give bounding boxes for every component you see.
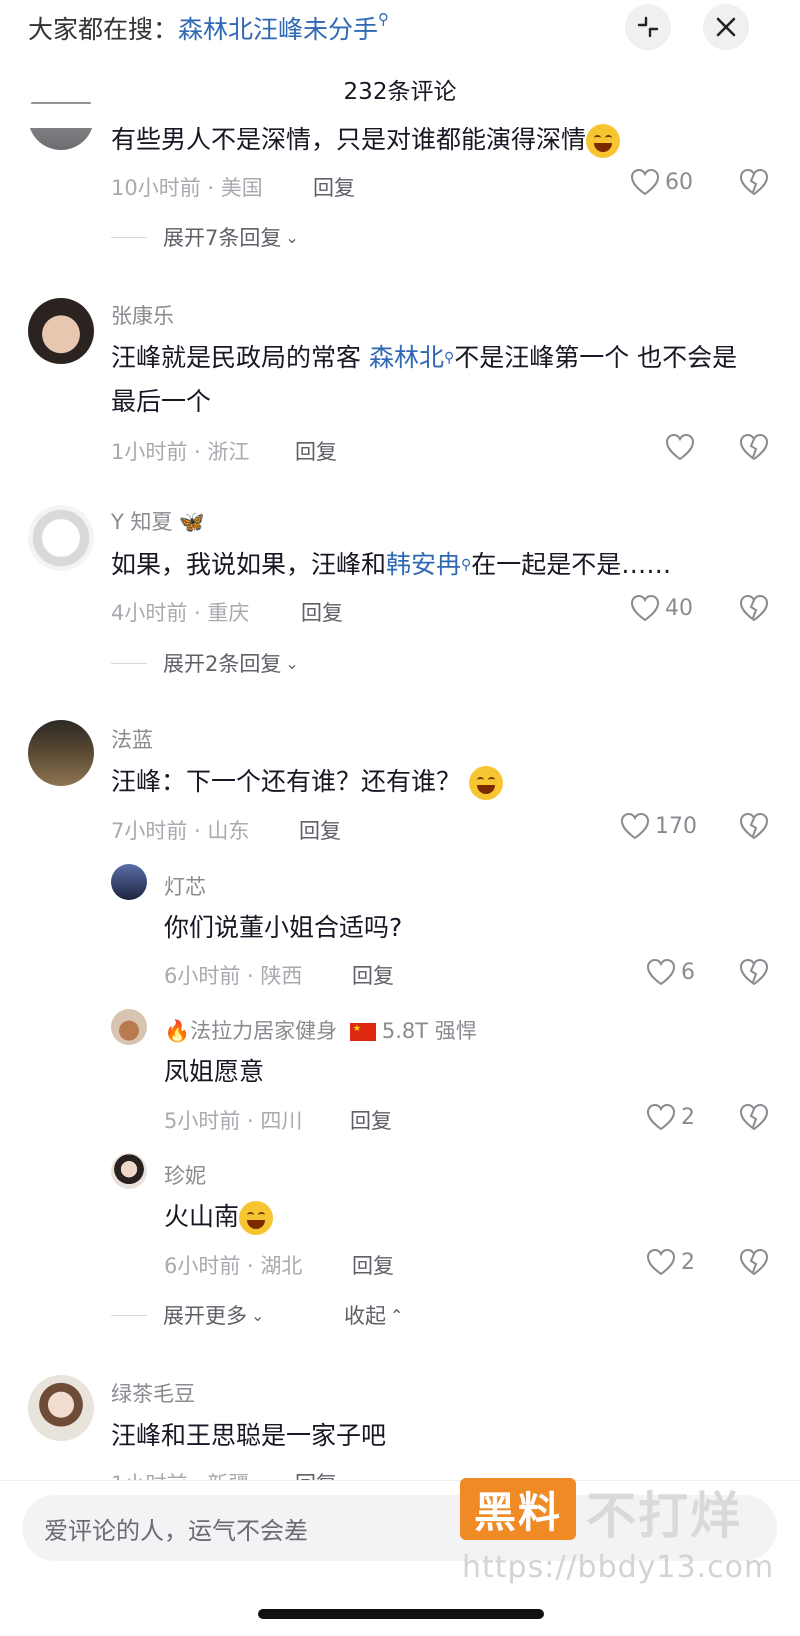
comment-meta: 10小时前 · 美国 (111, 176, 263, 200)
fire-icon: 🔥 (164, 1019, 191, 1043)
comment-username[interactable]: 张康乐 (111, 300, 174, 330)
heart-icon (630, 168, 660, 196)
search-suggestion[interactable]: 大家都在搜：森林北汪峰未分手⚲ (28, 10, 389, 46)
home-indicator (258, 1609, 544, 1619)
chevron-down-icon: ⌄ (251, 1305, 265, 1325)
avatar[interactable] (111, 1153, 147, 1189)
chevron-down-icon: ⌄ (285, 227, 299, 247)
dislike-icon[interactable] (739, 433, 769, 461)
avatar[interactable] (28, 298, 94, 364)
reply-text: 你们说董小姐合适吗? (164, 913, 403, 942)
collapse-replies-button[interactable]: 收起 ⌃ (344, 1300, 403, 1330)
avatar[interactable] (28, 720, 94, 786)
comment-input-placeholder: 爱评论的人，运气不会差 (44, 1517, 308, 1545)
heart-icon (646, 1103, 676, 1131)
like-button[interactable]: 2 (646, 1248, 695, 1276)
reply-button[interactable]: 回复 (295, 436, 337, 466)
comment-count-title-overlay: 232条评论 (343, 79, 457, 105)
heart-icon[interactable] (665, 433, 695, 461)
expand-more-button[interactable]: 展开更多 ⌄ (111, 1300, 264, 1330)
watermark-url: https://bbdy13.com (462, 1550, 775, 1585)
reply-username[interactable]: 珍妮 (164, 1160, 206, 1190)
chevron-down-icon: ⌄ (285, 653, 299, 673)
expand-replies-button[interactable]: 展开7条回复 ⌄ (111, 222, 299, 252)
comment-meta: 4小时前 · 重庆 (111, 601, 250, 625)
reply-username[interactable]: 🔥法拉力居家健身 ★ 5.8T 强悍 (164, 1015, 477, 1045)
reply-meta: 6小时前 · 湖北 (164, 1254, 303, 1278)
comment-username[interactable]: 法蓝 (111, 724, 153, 754)
reply-text: 凤姐愿意 (164, 1057, 265, 1086)
heart-icon (620, 812, 650, 840)
watermark-logo: 黑料 (460, 1478, 576, 1540)
reply-button[interactable]: 回复 (352, 960, 394, 990)
search-icon: ⚲ (378, 10, 390, 28)
dislike-icon[interactable] (739, 1103, 769, 1131)
avatar[interactable] (111, 1009, 147, 1045)
butterfly-icon: 🦋 (178, 510, 205, 534)
comment-text: 汪峰就是民政局的常客 森林北⚲不是汪峰第一个 也不会是最后一个 (111, 343, 738, 416)
like-button[interactable]: 2 (646, 1103, 695, 1131)
like-count: 170 (655, 813, 697, 839)
comment-meta: 1小时前 · 浙江 (111, 440, 250, 464)
close-button[interactable] (703, 4, 749, 50)
keyword-link[interactable]: 韩安冉 (386, 550, 461, 579)
dislike-icon[interactable] (739, 594, 769, 622)
avatar[interactable] (28, 1375, 94, 1441)
grin-emoji-icon (586, 124, 621, 158)
user-badge: 5.8T 强悍 (381, 1019, 477, 1043)
like-count: 40 (665, 595, 693, 621)
watermark-text: 不打烊 (586, 1487, 742, 1545)
like-count: 60 (665, 169, 693, 195)
close-icon (716, 17, 736, 37)
search-keyword-link[interactable]: 森林北汪峰未分手 (178, 15, 378, 44)
comment-username[interactable]: Y 知夏 🦋 (111, 506, 205, 536)
comment-text: 有些男人不是深情，只是对谁都能演得深情 (111, 118, 621, 162)
comment-username[interactable]: 绿茶毛豆 (111, 1378, 195, 1408)
reply-meta: 6小时前 · 陕西 (164, 964, 303, 988)
comment-meta: 7小时前 · 山东 (111, 819, 250, 843)
keyword-link[interactable]: 森林北 (369, 343, 444, 372)
reply-text: 火山南 (164, 1195, 274, 1239)
collapse-icon (637, 16, 659, 38)
dislike-icon[interactable] (739, 958, 769, 986)
like-count: 2 (681, 1249, 695, 1275)
reply-button[interactable]: 回复 (301, 597, 343, 627)
reply-button[interactable]: 回复 (350, 1105, 392, 1135)
heart-icon (630, 594, 660, 622)
crying-laughing-emoji-icon (468, 766, 503, 800)
expand-replies-button[interactable]: 展开2条回复 ⌄ (111, 648, 299, 678)
reply-button[interactable]: 回复 (299, 815, 341, 845)
like-count: 2 (681, 1104, 695, 1130)
chevron-up-icon: ⌃ (390, 1305, 404, 1325)
avatar[interactable] (28, 505, 94, 571)
dislike-icon[interactable] (739, 812, 769, 840)
like-button[interactable]: 170 (620, 812, 697, 840)
like-count: 6 (681, 959, 695, 985)
like-button[interactable]: 6 (646, 958, 695, 986)
comment-text: 如果，我说如果，汪峰和韩安冉⚲在一起是不是…… (111, 550, 672, 579)
collapse-button[interactable] (625, 4, 671, 50)
like-button[interactable]: 40 (630, 594, 693, 622)
reply-button[interactable]: 回复 (313, 172, 355, 202)
flag-icon: ★ (349, 1023, 376, 1041)
heart-icon (646, 958, 676, 986)
like-button[interactable]: 60 (630, 168, 693, 196)
reply-button[interactable]: 回复 (352, 1250, 394, 1280)
comment-text: 汪峰：下一个还有谁？还有谁？ (111, 760, 503, 804)
reply-username[interactable]: 灯芯 (164, 871, 206, 901)
search-prefix: 大家都在搜： (28, 15, 179, 44)
dislike-icon[interactable] (739, 168, 769, 196)
reply-meta: 5小时前 · 四川 (164, 1109, 303, 1133)
dislike-icon[interactable] (739, 1248, 769, 1276)
comment-text: 汪峰和王思聪是一家子吧 (111, 1421, 387, 1450)
avatar[interactable] (111, 864, 147, 900)
heart-icon (646, 1248, 676, 1276)
crying-laughing-emoji-icon (239, 1201, 274, 1235)
